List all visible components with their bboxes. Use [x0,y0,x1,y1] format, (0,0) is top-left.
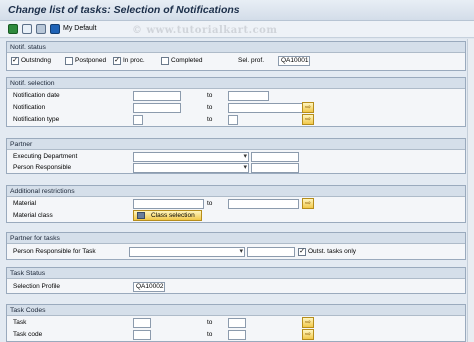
task-from[interactable] [133,318,151,328]
task-code-label: Task code [13,331,43,338]
vertical-scrollbar[interactable] [467,39,474,342]
info-icon[interactable] [50,24,60,34]
my-default-button[interactable]: My Default [63,25,96,32]
notification-to[interactable] [228,103,304,113]
executing-department-select[interactable] [133,152,249,162]
notification-date-from[interactable] [133,91,181,101]
task-label: Task [13,319,27,326]
group-heading: Task Status [7,268,465,279]
person-responsible-task-field[interactable] [247,247,295,257]
material-to[interactable] [228,199,299,209]
task-code-from[interactable] [133,330,151,340]
to-label: to [207,200,213,207]
completed-checkbox[interactable] [161,57,169,65]
notification-label: Notification [13,104,46,111]
task-code-to[interactable] [228,330,246,340]
multiple-selection-button[interactable]: ⇨ [302,114,314,125]
selection-profile-field[interactable]: QA10002 [133,282,165,292]
execute-icon[interactable] [8,24,18,34]
multiple-selection-button[interactable]: ⇨ [302,198,314,209]
material-class-label: Material class [13,212,53,219]
group-additional-restrictions: Additional restrictions Material to ⇨ Ma… [6,185,466,223]
notification-type-from[interactable] [133,115,143,125]
material-label: Material [13,200,37,207]
group-heading: Notif. selection [7,78,465,89]
watermark: © www.tutorialkart.com [132,25,278,36]
group-notif-status: Notif. status ✓ Outstndng Postponed ✓ In… [6,41,466,71]
variant-icon[interactable] [22,24,32,34]
group-heading: Task Codes [7,305,465,316]
executing-department-label: Executing Department [13,153,78,160]
to-label: to [207,116,213,123]
title-bar: Change list of tasks: Selection of Notif… [0,0,474,21]
task-to[interactable] [228,318,246,328]
outst-tasks-only-checkbox[interactable]: ✓ [298,248,306,256]
multiple-selection-button[interactable]: ⇨ [302,329,314,340]
save-variant-icon[interactable] [36,24,46,34]
person-responsible-task-select[interactable] [129,247,245,257]
group-partner: Partner Executing Department Person Resp… [6,138,466,174]
class-selection-button[interactable]: Class selection [133,210,202,221]
group-partner-for-tasks: Partner for tasks Person Responsible for… [6,232,466,260]
notification-type-label: Notification type [13,116,60,123]
group-task-status: Task Status Selection Profile QA10002 [6,267,466,294]
multiple-selection-button[interactable]: ⇨ [302,102,314,113]
group-heading: Additional restrictions [7,186,465,197]
completed-label: Completed [171,57,203,64]
sel-prof-field[interactable]: QA10001 [278,56,310,66]
group-heading: Partner for tasks [7,233,465,244]
selection-screen: Notif. status ✓ Outstndng Postponed ✓ In… [0,39,474,342]
group-notif-selection: Notif. selection Notification date to No… [6,77,466,127]
notification-date-label: Notification date [13,92,60,99]
to-label: to [207,331,213,338]
postponed-label: Postponed [75,57,107,64]
to-label: to [207,319,213,326]
group-task-codes: Task Codes Task to ⇨ Task code to ⇨ [6,304,466,342]
notification-date-to[interactable] [228,91,269,101]
postponed-checkbox[interactable] [65,57,73,65]
person-responsible-task-label: Person Responsible for Task [13,248,96,255]
to-label: to [207,104,213,111]
group-heading: Partner [7,139,465,150]
outstanding-checkbox[interactable]: ✓ [11,57,19,65]
to-label: to [207,92,213,99]
material-from[interactable] [133,199,204,209]
selection-profile-label: Selection Profile [13,283,60,290]
class-selection-icon [137,212,145,219]
page-title: Change list of tasks: Selection of Notif… [8,4,240,16]
outst-tasks-only-label: Outst. tasks only [308,248,357,255]
group-heading: Notif. status [7,42,465,53]
executing-department-field[interactable] [251,152,299,162]
notification-from[interactable] [133,103,181,113]
outstanding-label: Outstndng [21,57,51,64]
in-proc-checkbox[interactable]: ✓ [113,57,121,65]
sel-prof-label: Sel. prof. [238,57,265,64]
person-responsible-select[interactable] [133,163,249,173]
multiple-selection-button[interactable]: ⇨ [302,317,314,328]
notification-type-to[interactable] [228,115,238,125]
person-responsible-label: Person Responsible [13,164,72,171]
in-proc-label: In proc. [123,57,145,64]
person-responsible-field[interactable] [251,163,299,173]
class-selection-label: Class selection [151,212,195,219]
